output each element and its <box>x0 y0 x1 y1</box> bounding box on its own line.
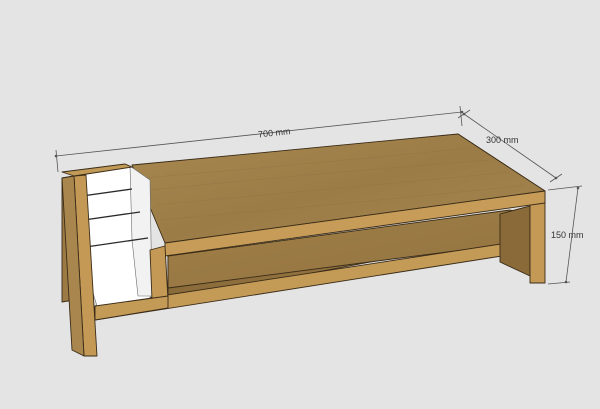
left-module-divider <box>149 245 169 301</box>
desk-shelf-model: 700 mm 300 mm 150 mm <box>54 105 584 357</box>
depth-label: 300 mm <box>486 135 519 145</box>
sketch-view: 700 mm 300 mm 150 mm <box>0 0 600 409</box>
right-end-panel-face <box>499 205 531 277</box>
length-label: 700 mm <box>258 126 291 139</box>
height-label: 150 mm <box>551 230 584 240</box>
